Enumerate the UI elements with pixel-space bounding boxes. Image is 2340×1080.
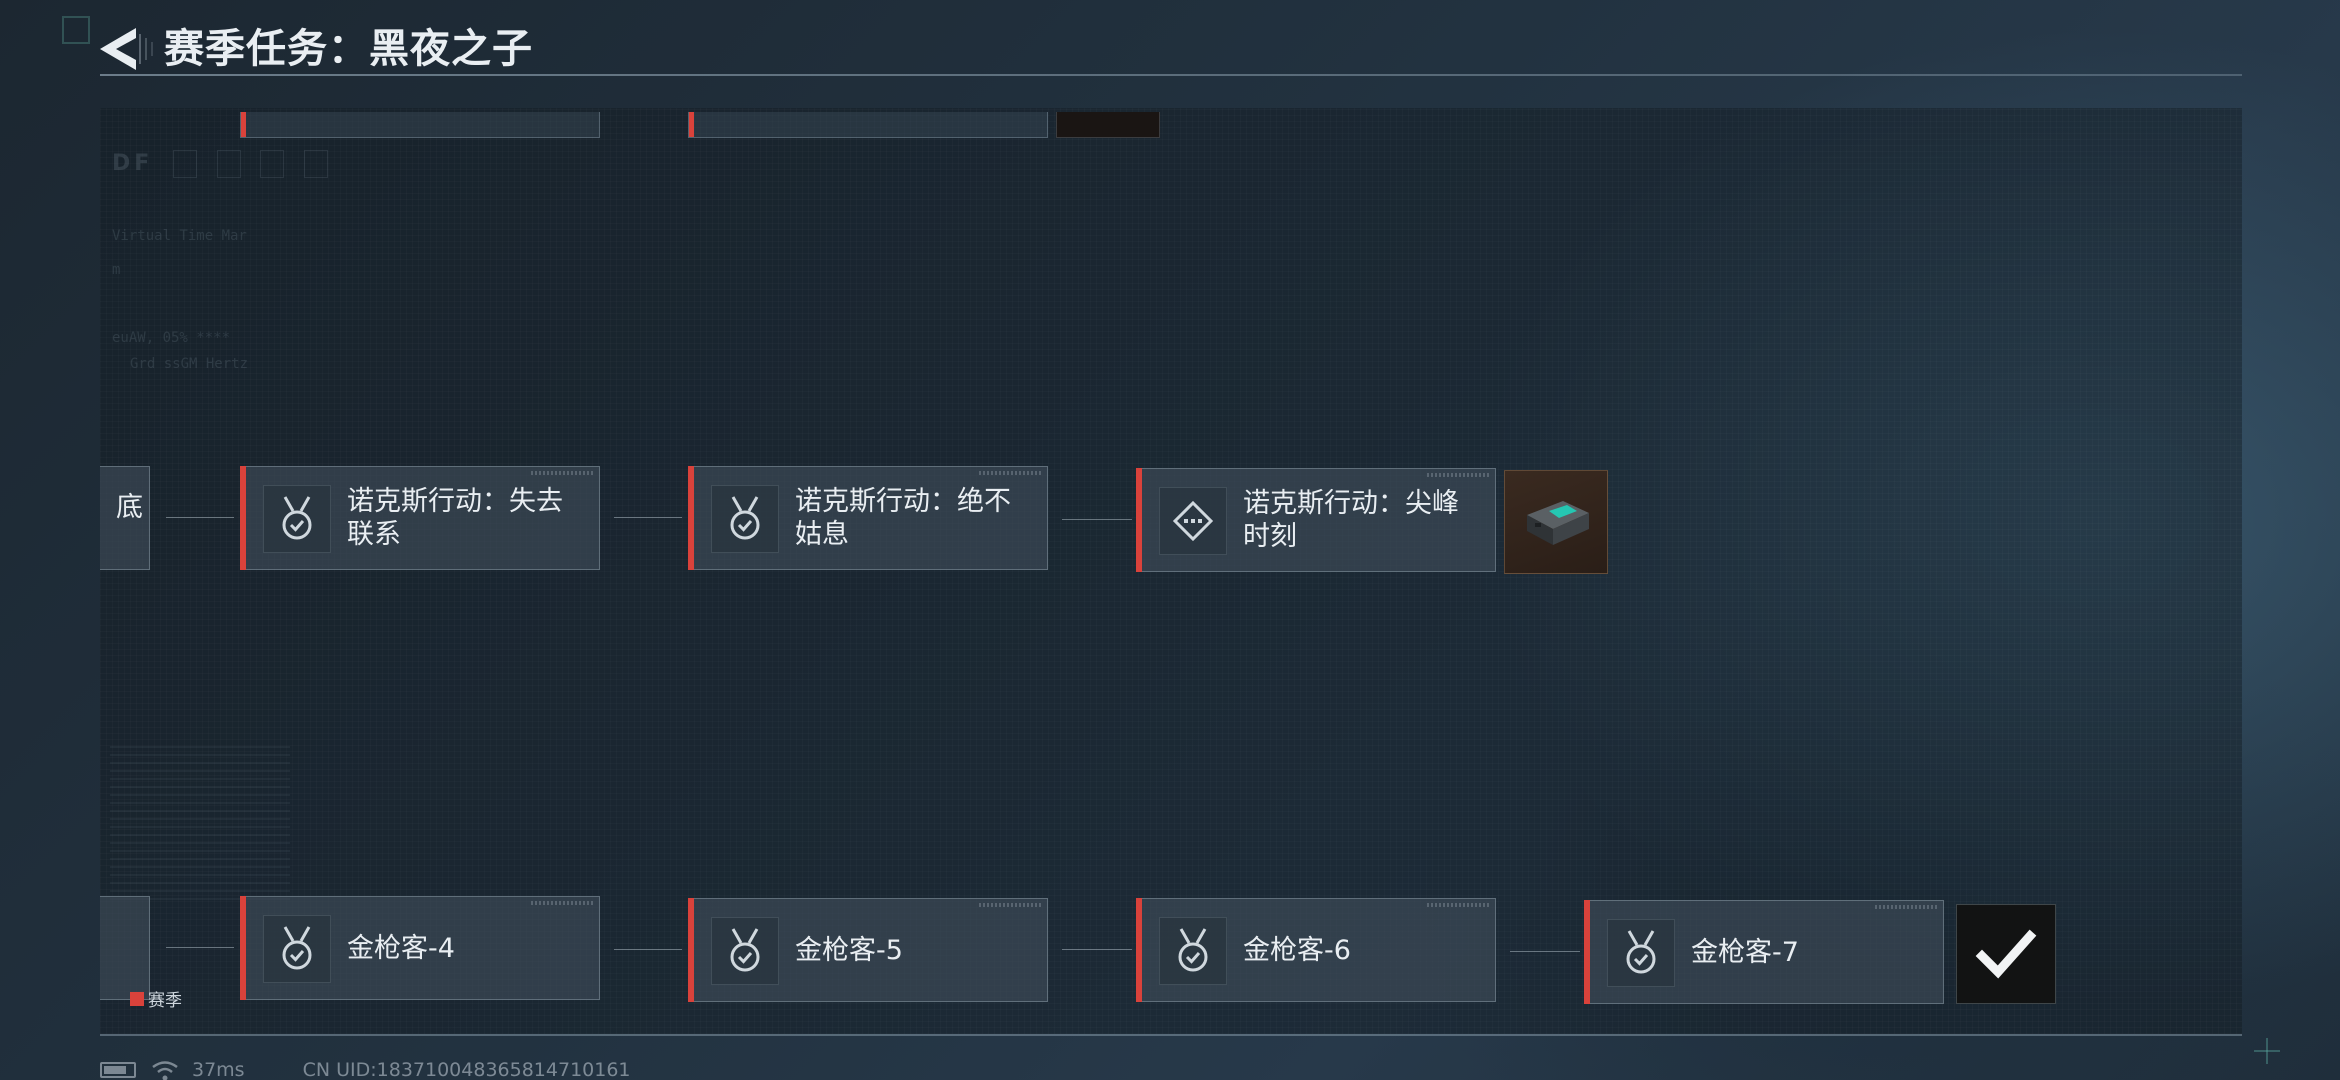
mission-title: 诺克斯行动：绝不姑息: [795, 486, 1011, 550]
back-arrow-icon: [100, 28, 153, 70]
bg-text-line: m: [112, 262, 121, 278]
connector-line: [166, 517, 234, 518]
item-box-icon: [1527, 501, 1589, 545]
medal-check-icon: [282, 926, 312, 970]
partial-card-left[interactable]: 底: [100, 466, 150, 570]
mission-icon-box: [1159, 487, 1227, 555]
mission-icon-box: [263, 915, 331, 983]
mission-icon-box: [1159, 917, 1227, 985]
season-marker: [1136, 898, 1142, 1002]
completed-reward[interactable]: [1956, 904, 2056, 1004]
bg-box: [303, 150, 328, 178]
mission-title: 金枪客-6: [1243, 934, 1351, 966]
mission-icon-box: [1607, 919, 1675, 987]
top-partial-card[interactable]: [688, 112, 1048, 138]
bg-df-text: DF: [112, 151, 154, 176]
bg-box: [260, 150, 285, 178]
season-marker: [240, 896, 246, 1000]
connector-line: [1062, 519, 1132, 520]
season-marker: [688, 898, 694, 1002]
season-marker: [688, 466, 694, 570]
legend: 赛季: [130, 986, 182, 1011]
top-partial-card[interactable]: [240, 112, 600, 138]
plus-decoration-icon: [2254, 1038, 2280, 1064]
reward-item[interactable]: [1504, 470, 1608, 574]
mission-label: 金枪客-4: [347, 897, 587, 999]
mission-icon-box: [711, 485, 779, 553]
connector-line: [166, 947, 234, 948]
mission-title: 金枪客-5: [795, 934, 903, 966]
mission-title: 金枪客-4: [347, 932, 455, 964]
bg-box: [216, 150, 241, 178]
battery-icon: [100, 1062, 136, 1078]
header-divider: [100, 74, 2242, 76]
mission-card[interactable]: 金枪客-5: [688, 898, 1048, 1002]
mission-card[interactable]: 诺克斯行动：尖峰时刻: [1136, 468, 1496, 572]
bg-df-label: DF: [112, 150, 328, 178]
mission-card[interactable]: 诺克斯行动：失去联系: [240, 466, 600, 570]
mission-label: 诺克斯行动：绝不姑息: [795, 467, 1035, 569]
ping-value: 37ms: [192, 1059, 245, 1080]
partial-card-text: 底: [116, 492, 143, 523]
back-button[interactable]: [96, 24, 156, 74]
bg-box: [172, 150, 197, 178]
bg-text-line: euAW, 05% ****: [112, 330, 231, 346]
mission-icon-box: [711, 917, 779, 985]
season-marker: [1136, 468, 1142, 572]
medal-check-icon: [1178, 928, 1208, 972]
partial-card-left[interactable]: [100, 896, 150, 1000]
medal-check-icon: [282, 496, 312, 540]
mission-label: 金枪客-6: [1243, 899, 1483, 1001]
corner-decoration: [62, 16, 90, 44]
mission-title: 金枪客-7: [1691, 936, 1799, 968]
mission-title: 诺克斯行动：失去联系: [347, 486, 563, 550]
footer-divider: [100, 1034, 2242, 1036]
top-partial-reward[interactable]: [1056, 112, 1160, 138]
wifi-icon: [152, 1061, 178, 1080]
mission-card[interactable]: 金枪客-4: [240, 896, 600, 1000]
bg-text-line: Virtual Time Mar: [112, 228, 247, 244]
legend-swatch: [130, 991, 144, 1006]
connector-line: [1510, 951, 1580, 952]
season-marker: [240, 466, 246, 570]
checkmark-icon: [1975, 929, 2037, 979]
mission-label: 金枪客-5: [795, 899, 1035, 1001]
diamond-dots-icon: [1172, 500, 1214, 542]
mission-title: 诺克斯行动：尖峰时刻: [1243, 488, 1459, 552]
legend-label: 赛季: [148, 991, 182, 1011]
connector-line: [614, 949, 682, 950]
bg-code-block: [110, 740, 290, 900]
mission-card[interactable]: 金枪客-7: [1584, 900, 1944, 1004]
mission-icon-box: [263, 485, 331, 553]
bg-text-line: Grd ssGM Hertz: [130, 356, 249, 372]
season-marker: [1584, 900, 1590, 1004]
mission-card[interactable]: 诺克斯行动：绝不姑息: [688, 466, 1048, 570]
status-bar: 37ms CN UID:1837100483658147101​61: [100, 1058, 631, 1080]
page-title: 赛季任务：黑夜之子: [164, 26, 533, 72]
connector-line: [614, 517, 682, 518]
screen: 赛季任务：黑夜之子 DF Virtual Time Mar m euAW, 05…: [0, 0, 2340, 1080]
mission-card[interactable]: 金枪客-6: [1136, 898, 1496, 1002]
connector-line: [1062, 949, 1132, 950]
medal-check-icon: [730, 928, 760, 972]
mission-label: 金枪客-7: [1691, 901, 1931, 1003]
medal-check-icon: [730, 496, 760, 540]
mission-label: 诺克斯行动：尖峰时刻: [1243, 469, 1483, 571]
medal-check-icon: [1626, 930, 1656, 974]
user-uid: CN UID:1837100483658147101​61: [302, 1059, 631, 1080]
mission-label: 诺克斯行动：失去联系: [347, 467, 587, 569]
